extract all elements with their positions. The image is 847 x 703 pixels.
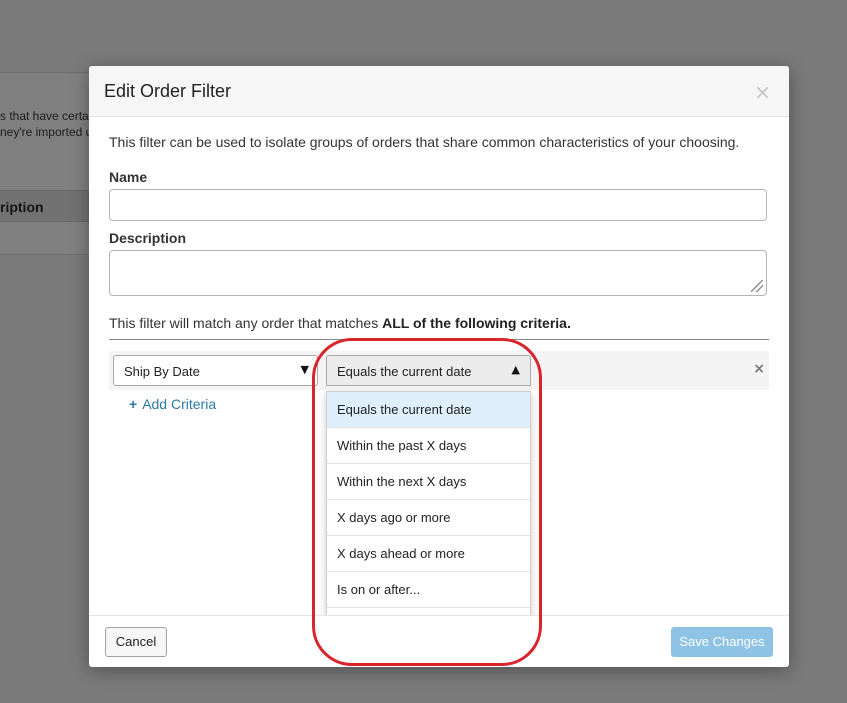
background-panel: s that have certai ney're imported u xyxy=(0,72,92,255)
remove-criteria-icon[interactable]: × xyxy=(753,361,765,377)
criteria-operator-value: Equals the current date xyxy=(337,364,472,379)
close-icon[interactable]: × xyxy=(754,80,771,104)
description-field[interactable] xyxy=(109,250,767,296)
plus-icon: + xyxy=(129,396,138,412)
dropdown-option[interactable]: X days ahead or more xyxy=(327,536,530,572)
criteria-operator-select[interactable]: Equals the current date ▲ xyxy=(326,355,531,386)
add-criteria-label: Add Criteria xyxy=(142,396,217,412)
modal-header: Edit Order Filter × xyxy=(89,66,789,117)
criteria-prefix: This filter will match any order that ma… xyxy=(109,315,383,331)
dropdown-option[interactable]: X days ago or more xyxy=(327,500,530,536)
background-column-header: ription xyxy=(0,199,44,215)
background-text: s that have certai xyxy=(0,109,92,123)
cancel-button[interactable]: Cancel xyxy=(105,627,167,657)
dropdown-option[interactable]: Within the next X days xyxy=(327,464,530,500)
dropdown-option[interactable]: Equals the current date xyxy=(327,392,530,428)
dropdown-option[interactable]: Is on or after... xyxy=(327,572,530,608)
description-label: Description xyxy=(109,230,187,246)
divider xyxy=(109,339,769,340)
name-field[interactable] xyxy=(109,189,767,221)
criteria-field-select[interactable]: Ship By Date ▼ xyxy=(113,355,318,386)
operator-dropdown-menu: Equals the current date Within the past … xyxy=(326,391,531,644)
criteria-field-value: Ship By Date xyxy=(124,364,200,379)
intro-text: This filter can be used to isolate group… xyxy=(109,134,740,150)
name-label: Name xyxy=(109,169,148,185)
modal-title: Edit Order Filter xyxy=(104,81,232,101)
criteria-bold: ALL of the following criteria. xyxy=(382,315,571,331)
criteria-description: This filter will match any order that ma… xyxy=(109,315,571,331)
caret-up-icon: ▲ xyxy=(511,363,520,376)
edit-order-filter-dialog: Edit Order Filter × This filter can be u… xyxy=(89,66,789,667)
add-criteria-link[interactable]: + Add Criteria xyxy=(129,396,216,412)
save-changes-button[interactable]: Save Changes xyxy=(671,627,773,657)
background-table-header: ription xyxy=(0,190,92,222)
resize-handle-icon[interactable] xyxy=(751,280,763,292)
criteria-row: Ship By Date ▼ Equals the current date ▲… xyxy=(109,351,769,390)
caret-down-icon: ▼ xyxy=(300,363,309,376)
dropdown-option[interactable]: Within the past X days xyxy=(327,428,530,464)
modal-footer: Cancel Save Changes xyxy=(89,615,789,667)
background-text: ney're imported u xyxy=(0,125,93,139)
